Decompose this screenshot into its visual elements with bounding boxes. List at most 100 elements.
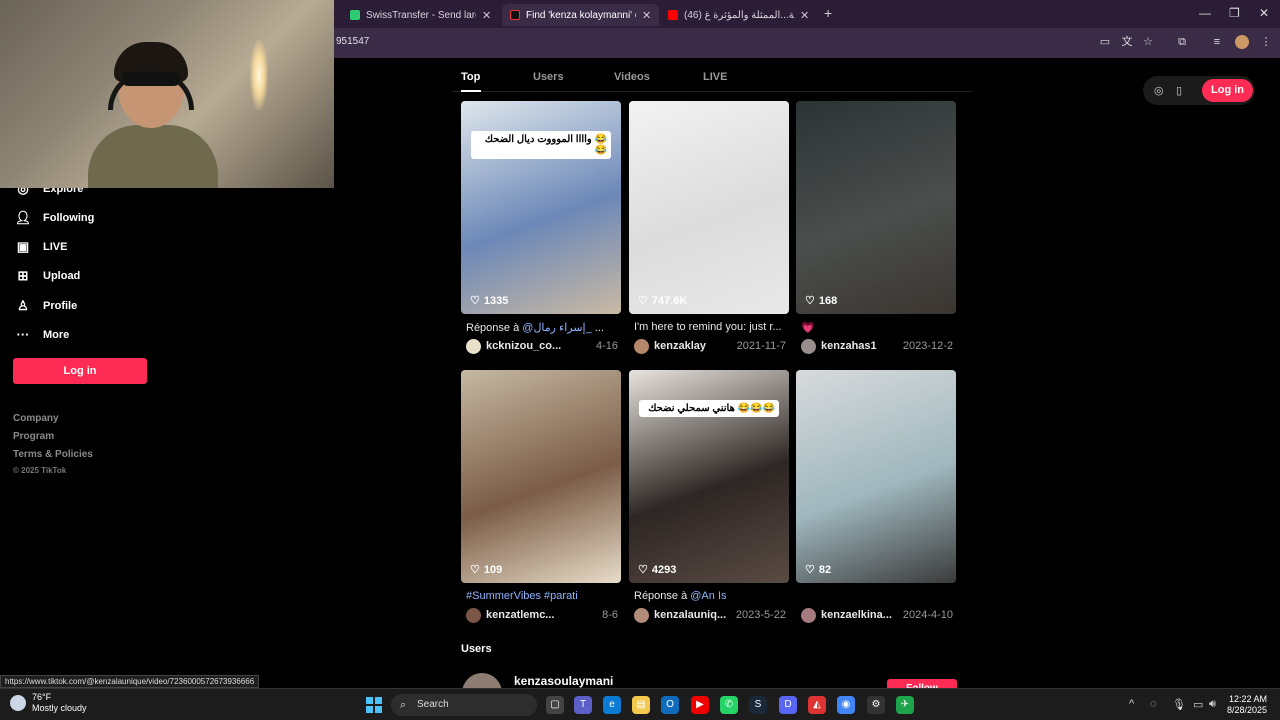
chrome-icon[interactable]: ◉ [837,696,855,714]
task-view-icon[interactable]: ▢ [546,696,564,714]
username[interactable]: kenzahas1 [821,340,899,352]
sidebar-item-more[interactable]: ··· More [14,327,70,342]
video-card[interactable]: ♡ 747.6K I'm here to remind you: just r...… [629,101,789,354]
bookmark-star-icon[interactable]: ☆ [1141,35,1155,49]
weather-widget[interactable]: 76°F Mostly cloudy [10,692,87,714]
video-caption[interactable]: 💗 [801,321,953,334]
more-dots-icon: ··· [16,327,30,342]
video-card[interactable]: واااا الموووت ديال الضحك 😂😂 ♡ 1335 Réponse … [461,101,621,354]
sunglasses [122,72,180,86]
youtube-icon[interactable]: ▶ [691,696,709,714]
video-thumbnail[interactable]: هانني سمحلي نضحك 😂😂😂 ♡ 4293 [629,370,789,583]
username[interactable]: kcknizou_co... [486,340,592,352]
steam-icon[interactable]: S [749,696,767,714]
footer-link-terms[interactable]: Terms & Policies [13,449,93,460]
tray-chevron-up-icon[interactable]: ^ [1129,698,1134,710]
close-tab-icon[interactable]: ✕ [642,9,651,22]
copyright-text: © 2025 TikTok [13,466,67,475]
coin-icon[interactable]: ◎ [1154,84,1164,97]
video-thumbnail[interactable]: ♡ 747.6K [629,101,789,314]
minimize-icon[interactable]: — [1199,6,1211,20]
translate-icon[interactable]: 文 [1120,35,1134,49]
browser-tab-youtube[interactable]: (46) فضيحة...الممثلة والمؤثرة غ ✕ [660,4,817,26]
like-count-value: 4293 [651,563,677,576]
avatar[interactable] [801,607,816,623]
video-thumbnail[interactable]: ♡ 109 [461,370,621,583]
edge-icon[interactable]: e [603,696,621,714]
footer-link-company[interactable]: Company [13,413,59,424]
outlook-icon[interactable]: O [661,696,679,714]
sidebar-login-button[interactable]: Log in [13,358,147,384]
taskbar-clock[interactable]: 12:22 AM 8/28/2025 [1227,694,1267,716]
username[interactable]: kenzatlemc... [486,609,598,621]
whatsapp-icon[interactable]: ✆ [720,696,738,714]
restore-icon[interactable]: ❐ [1229,6,1240,20]
recording-app-icon[interactable]: ◭ [808,696,826,714]
video-caption[interactable]: Réponse à @إسراء رمال_ ... [466,321,618,334]
tab-top[interactable]: Top [461,71,480,83]
taskbar-search-box[interactable]: ⌕ Search [391,694,537,716]
video-caption[interactable]: I'm here to remind you: just r... [634,321,786,333]
new-tab-plus-icon[interactable]: + [824,5,832,21]
like-count-value: 109 [483,563,503,576]
video-thumbnail[interactable]: ♡ 168 [796,101,956,314]
sidebar-item-live[interactable]: ▣ LIVE [14,239,68,255]
active-tab-underline [461,90,481,92]
header-login-button[interactable]: Log in [1202,79,1253,102]
settings-gear-icon[interactable]: ⚙ [867,696,885,714]
teams-icon[interactable]: T [574,696,592,714]
video-caption[interactable]: #SummerVibes #parati [466,590,618,602]
video-card[interactable]: ♡ 168 💗 kenzahas1 2023-12-2 [796,101,956,354]
file-explorer-icon[interactable]: ▤ [632,696,650,714]
tab-videos[interactable]: Videos [614,71,650,83]
tab-live[interactable]: LIVE [703,71,727,83]
caption-hashtag[interactable]: #SummerVibes #parati [466,590,578,602]
username[interactable]: kenzaklay [654,340,733,352]
video-thumbnail[interactable]: واااا الموووت ديال الضحك 😂😂 ♡ 1335 [461,101,621,314]
close-window-icon[interactable]: ✕ [1259,6,1269,20]
user-result-name[interactable]: kenzasoulaymani [514,674,613,688]
speaker-icon[interactable]: 🔊︎ [1209,698,1216,711]
microphone-icon[interactable]: 🎙︎ [1172,698,1186,711]
avatar[interactable] [801,338,816,354]
close-tab-icon[interactable]: ✕ [800,9,809,22]
username[interactable]: kenzaelkina... [821,609,899,621]
tray-app-icon[interactable]: ◌ [1150,698,1157,710]
windows-start-icon[interactable] [366,697,382,713]
video-thumbnail[interactable]: ♡ 82 [796,370,956,583]
streamer-figure [78,40,228,188]
avatar[interactable] [466,607,481,623]
sidebar-item-profile[interactable]: ♙ Profile [14,298,77,314]
extensions-icon[interactable]: ⧉ [1175,35,1189,49]
plus-square-icon: ⊞ [17,268,29,283]
browser-tab-tiktok[interactable]: Find 'kenza kolaymanni' on TikTok ✕ [502,4,660,26]
sidebar-item-following[interactable]: 👤︎ Following [14,210,95,226]
avatar[interactable] [634,607,649,623]
profile-avatar-icon[interactable] [1235,35,1249,49]
avatar[interactable] [634,338,649,354]
video-card[interactable]: ♡ 109 #SummerVibes #parati kenzatlemc... 8-6 [461,370,621,623]
close-tab-icon[interactable]: ✕ [482,9,491,22]
video-caption[interactable]: Réponse à @An Is [634,590,786,602]
avatar[interactable] [466,338,481,354]
install-app-icon[interactable]: ▭ [1098,35,1112,49]
tab-users[interactable]: Users [533,71,564,83]
discord-icon[interactable]: D [779,696,797,714]
mobile-app-icon[interactable]: ▯ [1176,84,1182,97]
browser-menu-icon[interactable]: ⋮ [1259,35,1273,49]
caption-hashtag[interactable]: @An Is [690,590,726,602]
caption-hashtag[interactable]: @إسراء رمال_ [522,322,591,334]
browser-tab-swisstransfer[interactable]: SwissTransfer - Send large files ✕ [342,4,499,26]
sidebar-item-upload[interactable]: ⊞ Upload [14,268,81,284]
url-text[interactable]: 951547 [336,36,369,47]
video-card[interactable]: هانني سمحلي نضحك 😂😂😂 ♡ 4293 Réponse à @An I… [629,370,789,623]
monitor-icon[interactable]: ▭ [1193,698,1203,711]
footer-link-program[interactable]: Program [13,431,54,442]
media-control-icon[interactable]: ≡ [1210,35,1224,49]
live-tv-icon: ▣ [16,239,30,254]
video-card[interactable]: ♡ 82 kenzaelkina... 2024-4-10 [796,370,956,623]
video-meta: kenzatlemc... 8-6 [466,607,618,623]
like-count: ♡ 4293 [638,563,677,577]
green-app-icon[interactable]: ✈ [896,696,914,714]
username[interactable]: kenzalauniq... [654,609,732,621]
